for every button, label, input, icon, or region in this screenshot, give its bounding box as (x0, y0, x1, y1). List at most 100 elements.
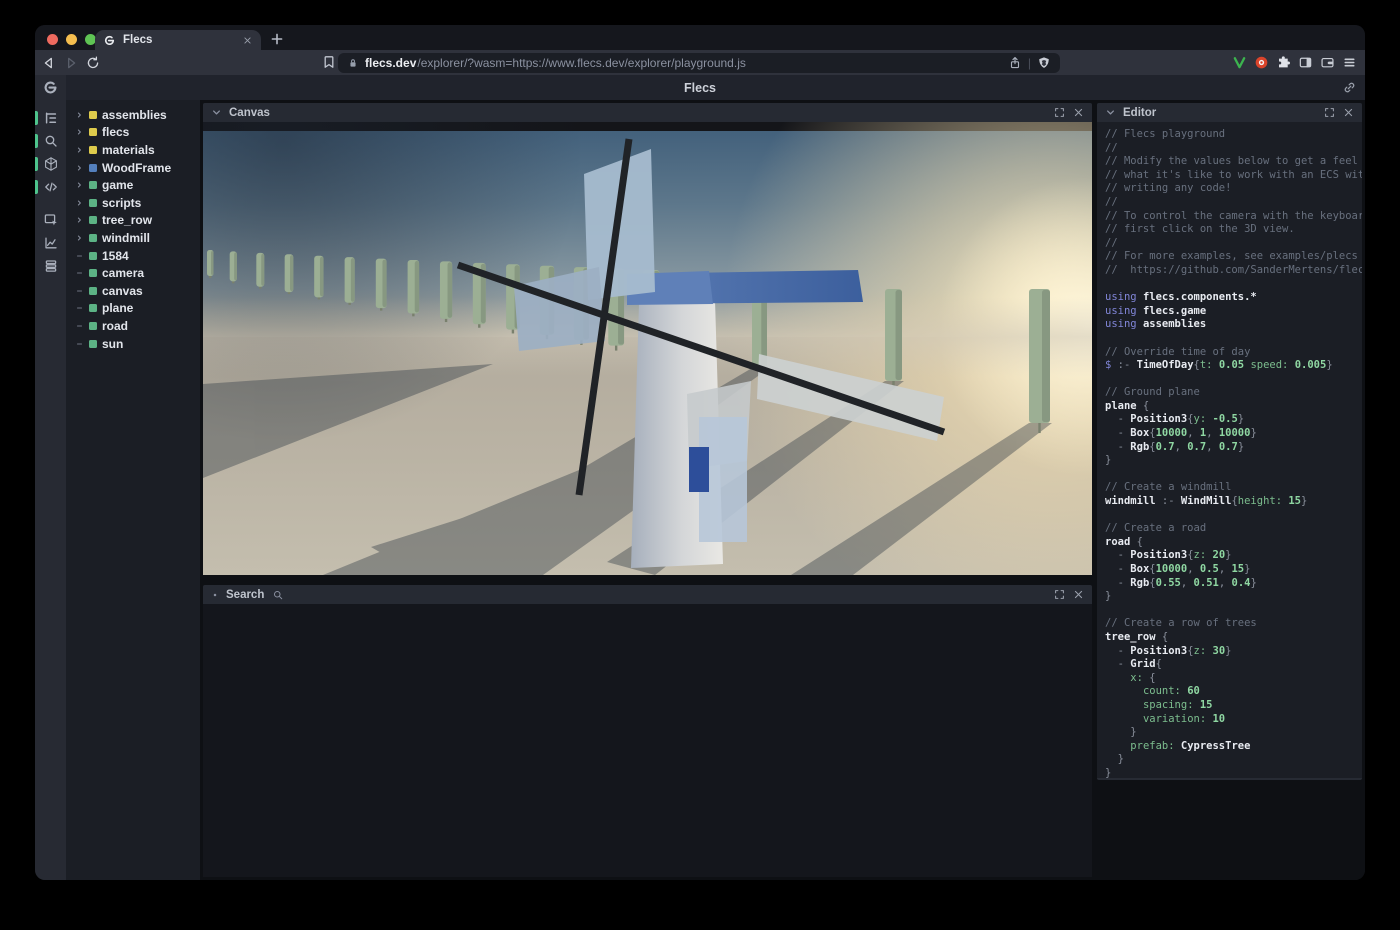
canvas-3d-view[interactable] (203, 122, 1092, 575)
tree-item-camera[interactable]: camera (66, 264, 200, 282)
entity-color-tag (89, 111, 97, 119)
app-body: assembliesflecs materialsWoodFramegame scr… (35, 100, 1365, 880)
code-line: variation: 10 (1105, 713, 1362, 727)
chevron-right-icon[interactable] (75, 162, 84, 174)
chevron-right-icon[interactable] (75, 179, 84, 191)
code-line: // For more examples, see examples/plecs… (1105, 250, 1362, 264)
scene-cypress-tree (885, 289, 902, 387)
code-line: - Rgb{0.55, 0.51, 0.4} (1105, 577, 1362, 591)
chevron-right-icon[interactable] (75, 109, 84, 121)
sidebar-query-button[interactable] (35, 133, 66, 149)
tab-close-icon[interactable] (242, 35, 253, 46)
expand-icon[interactable] (1053, 588, 1066, 601)
tree-item-sun[interactable]: sun (66, 335, 200, 353)
editor-panel-header[interactable]: Editor (1097, 103, 1362, 122)
code-line: // https://github.com/SanderMertens/flec… (1105, 264, 1362, 278)
new-tab-button[interactable] (269, 31, 285, 47)
chevron-down-icon[interactable] (210, 106, 223, 119)
chevron-right-icon[interactable] (75, 232, 84, 244)
code-line: } (1105, 454, 1362, 468)
expand-icon[interactable] (1053, 106, 1066, 119)
back-button[interactable] (41, 55, 57, 71)
close-icon[interactable] (1072, 588, 1085, 601)
close-window-button[interactable] (47, 34, 58, 45)
minimize-window-button[interactable] (66, 34, 77, 45)
tree-item-label: flecs (102, 125, 129, 139)
bookmark-icon[interactable] (321, 54, 337, 70)
brave-shield-icon[interactable] (1037, 56, 1051, 70)
tree-item-assemblies[interactable]: assemblies (66, 106, 200, 124)
scene-cypress-tree (408, 260, 420, 316)
scene-cypress-tree (285, 254, 294, 294)
page-title: Flecs (35, 75, 1365, 100)
canvas-panel-title: Canvas (229, 107, 270, 119)
scene-cypress-tree (256, 253, 264, 289)
cube-icon (43, 156, 59, 172)
sidebar-inspector-button[interactable] (35, 212, 66, 228)
tree-item-plane[interactable]: plane (66, 300, 200, 318)
main-area: Canvas (200, 100, 1365, 880)
tree-item-flecs[interactable]: flecs (66, 124, 200, 142)
chevron-right-icon[interactable] (75, 144, 84, 156)
share-icon[interactable] (1008, 56, 1022, 70)
v-extension-icon[interactable] (1232, 55, 1247, 70)
log-rows-icon (43, 258, 59, 274)
tree-item-scripts[interactable]: scripts (66, 194, 200, 212)
tree-item-materials[interactable]: materials (66, 141, 200, 159)
sidebar-logs-button[interactable] (35, 258, 66, 274)
active-panel-indicator (35, 111, 38, 125)
close-icon[interactable] (1342, 106, 1355, 119)
flecs-logo[interactable] (35, 75, 66, 100)
canvas-panel: Canvas (203, 103, 1092, 575)
flecs-favicon-icon (103, 34, 116, 47)
code-icon (43, 179, 59, 195)
code-editor-area[interactable]: // Flecs playground//// Modify the value… (1097, 122, 1362, 778)
tree-item-canvas[interactable]: canvas (66, 282, 200, 300)
chevron-right-icon[interactable] (75, 214, 84, 226)
tab-title: Flecs (123, 34, 235, 46)
chevron-right-icon[interactable] (75, 126, 84, 138)
active-panel-indicator (35, 157, 38, 171)
code-line: windmill :- WindMill{height: 15} (1105, 495, 1362, 509)
sidebar-icon[interactable] (1298, 55, 1313, 70)
red-extension-icon[interactable] (1254, 55, 1269, 70)
tree-item-tree_row[interactable]: tree_row (66, 212, 200, 230)
search-panel: Search (203, 585, 1092, 877)
sidebar-code-editor-button[interactable] (35, 179, 66, 195)
sidebar-stats-button[interactable] (35, 235, 66, 251)
code-line: - Position3{z: 30} (1105, 645, 1362, 659)
tree-item-label: scripts (102, 196, 141, 210)
sidebar-entity-tree-button[interactable] (35, 110, 66, 126)
search-panel-header[interactable]: Search (203, 585, 1092, 604)
code-line: // first click on the 3D view. (1105, 223, 1362, 237)
code-line: // (1105, 237, 1362, 251)
tree-item-windmill[interactable]: windmill (66, 229, 200, 247)
wallet-icon[interactable] (1320, 55, 1335, 70)
url-bar[interactable]: flecs.dev /explorer/?wasm=https://www.fl… (338, 53, 1060, 73)
chevron-right-icon[interactable] (75, 197, 84, 209)
code-line: // Create a road (1105, 522, 1362, 536)
tree-item-label: windmill (102, 231, 150, 245)
permalink-icon[interactable] (1342, 80, 1357, 95)
puzzle-icon[interactable] (1276, 55, 1291, 70)
canvas-panel-header[interactable]: Canvas (203, 103, 1092, 122)
url-separator: | (1028, 56, 1031, 70)
menu-icon[interactable] (1342, 55, 1357, 70)
reload-button[interactable] (85, 55, 101, 71)
forward-button[interactable] (63, 55, 79, 71)
code-line (1105, 373, 1362, 387)
chevron-down-icon[interactable] (1104, 106, 1117, 119)
tree-item-1584[interactable]: 1584 (66, 247, 200, 265)
tree-item-label: camera (102, 266, 144, 280)
expand-icon[interactable] (1323, 106, 1336, 119)
tree-item-game[interactable]: game (66, 176, 200, 194)
sidebar-canvas-3d-button[interactable] (35, 156, 66, 172)
dot-icon[interactable] (210, 590, 220, 600)
entity-color-tag (89, 181, 97, 189)
close-icon[interactable] (1072, 106, 1085, 119)
search-panel-body[interactable] (203, 604, 1092, 877)
browser-tab[interactable]: Flecs (95, 30, 261, 50)
tree-item-road[interactable]: road (66, 317, 200, 335)
code-line: // what it's like to work with an ECS wi… (1105, 169, 1362, 183)
tree-item-WoodFrame[interactable]: WoodFrame (66, 159, 200, 177)
